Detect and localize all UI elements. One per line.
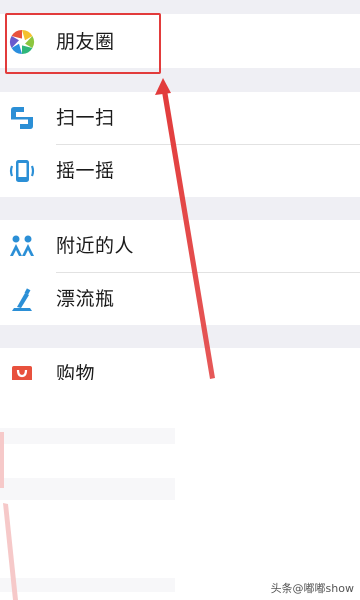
highlight-box [5,13,161,74]
list-item-shake[interactable]: 摇一摇 [0,145,360,197]
section-gap-3 [0,324,360,348]
ghost-band [0,428,175,444]
scan-icon [8,104,36,132]
section-gap-top [0,0,360,14]
scan-label: 扫一扫 [56,107,115,129]
people-nearby-label: 附近的人 [56,235,135,257]
shake-label: 摇一摇 [56,160,115,182]
drift-bottle-label: 漂流瓶 [56,288,115,310]
list-item-drift-bottle[interactable]: 漂流瓶 [0,273,360,325]
section-gap-2 [0,196,360,220]
list-item-scan[interactable]: 扫一扫 [0,92,360,144]
drift-bottle-icon [8,285,36,313]
ghost-band [0,578,175,592]
people-nearby-icon [8,232,36,260]
shake-phone-icon [8,157,36,185]
ghost-band [0,478,175,500]
watermark-text: 头条@嘟嘟show [270,582,354,595]
list-item-people-nearby[interactable]: 附近的人 [0,220,360,272]
